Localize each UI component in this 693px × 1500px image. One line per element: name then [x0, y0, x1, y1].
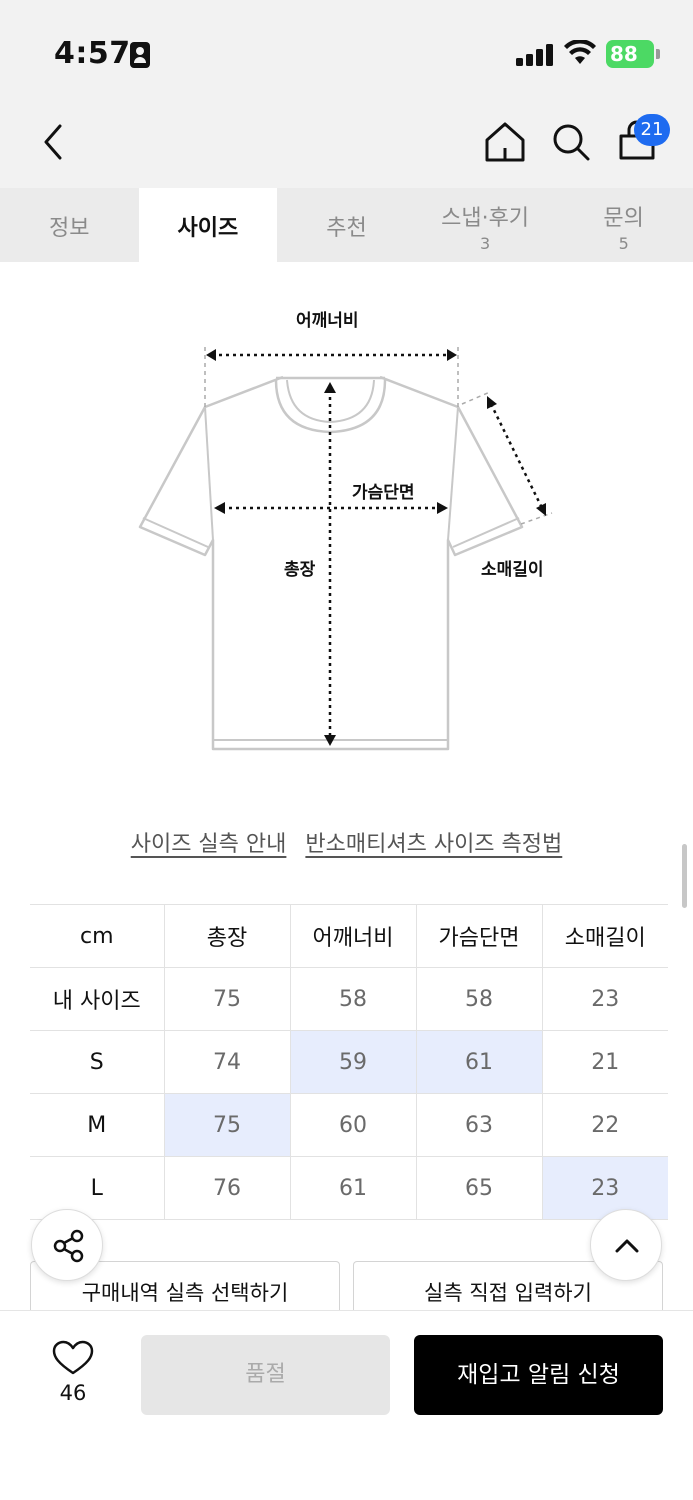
table-cell: 74	[163, 1030, 290, 1094]
tab-inquiry[interactable]: 문의 5	[554, 188, 693, 262]
table-cell: 60	[289, 1093, 416, 1157]
tab-inquiry-label: 문의	[603, 206, 644, 231]
share-icon	[53, 1229, 84, 1263]
search-icon	[553, 124, 590, 161]
signal-icon	[516, 44, 554, 66]
tab-snap-review-count: 3	[479, 234, 491, 253]
table-cell: 58	[289, 967, 416, 1031]
tab-size-label: 사이즈	[177, 216, 239, 241]
chest-label: 가슴단면	[352, 483, 415, 503]
product-tabs: 정보 사이즈 추천 스냅·후기 3 문의 5	[0, 188, 693, 262]
table-row: M 75 60 63 22	[30, 1093, 668, 1157]
header-cell: 가슴단면	[415, 904, 542, 968]
tab-recommend-label: 추천	[326, 216, 367, 241]
table-cell-highlighted: 59	[289, 1030, 416, 1094]
shoulder-label: 어깨너비	[296, 311, 359, 331]
person-icon	[130, 42, 150, 68]
search-button[interactable]	[550, 120, 592, 164]
restock-alert-button[interactable]: 재입고 알림 신청	[414, 1335, 663, 1415]
header-cell: 소매길이	[541, 904, 668, 968]
table-cell: 76	[163, 1156, 290, 1220]
table-header-row: cm 총장 어깨너비 가슴단면 소매길이	[30, 904, 668, 968]
status-bar: 4:57 88	[0, 0, 693, 100]
table-cell: 61	[289, 1156, 416, 1220]
length-label: 총장	[284, 560, 316, 580]
measure-method-link[interactable]: 반소매티셔츠 사이즈 측정법	[305, 832, 562, 857]
header-cell: 어깨너비	[289, 904, 416, 968]
like-count: 46	[59, 1381, 87, 1405]
battery-tip	[656, 49, 660, 59]
table-cell-highlighted: 61	[415, 1030, 542, 1094]
home-icon	[485, 122, 525, 162]
tab-snap-review-label: 스냅·후기	[441, 206, 530, 231]
tab-recommend[interactable]: 추천	[277, 188, 416, 262]
home-button[interactable]	[482, 120, 528, 164]
size-guide-link[interactable]: 사이즈 실측 안내	[131, 832, 287, 857]
cart-count-badge: 21	[634, 114, 670, 146]
tab-inquiry-count: 5	[618, 234, 629, 253]
row-label: M	[30, 1093, 164, 1157]
row-label: S	[30, 1030, 164, 1094]
status-time: 4:57	[54, 36, 131, 71]
table-cell: 63	[415, 1093, 542, 1157]
battery-indicator: 88	[606, 40, 654, 68]
table-row: S 74 59 61 21	[30, 1030, 668, 1094]
scrollbar[interactable]	[682, 844, 687, 908]
sold-out-button: 품절	[141, 1335, 390, 1415]
size-diagram: 어깨너비 가슴단면 총장 소매길이	[0, 262, 693, 782]
wifi-icon	[564, 40, 596, 64]
back-button[interactable]	[38, 120, 70, 164]
bottom-action-bar: 46 품절 재입고 알림 신청	[0, 1310, 693, 1500]
table-cell: 75	[163, 967, 290, 1031]
tab-snap-review[interactable]: 스냅·후기 3	[416, 188, 555, 262]
table-row: 내 사이즈 75 58 58 23	[30, 967, 668, 1031]
heart-icon	[52, 1340, 94, 1375]
table-cell: 22	[541, 1093, 668, 1157]
header-cell: 총장	[163, 904, 290, 968]
table-cell: 65	[415, 1156, 542, 1220]
table-cell: 23	[541, 967, 668, 1031]
chevron-left-icon	[44, 124, 62, 160]
tab-size[interactable]: 사이즈	[138, 188, 278, 262]
like-button[interactable]: 46	[44, 1339, 102, 1409]
top-nav: 21	[0, 100, 693, 188]
size-links: 사이즈 실측 안내 반소매티셔츠 사이즈 측정법	[0, 826, 693, 858]
table-row: L 76 61 65 23	[30, 1156, 668, 1220]
sleeve-label: 소매길이	[481, 560, 544, 580]
chevron-up-icon	[615, 1239, 639, 1253]
tab-info-label: 정보	[49, 216, 90, 241]
table-cell: 21	[541, 1030, 668, 1094]
scroll-top-button[interactable]	[590, 1209, 662, 1281]
size-table: cm 총장 어깨너비 가슴단면 소매길이 내 사이즈 75 58 58 23 S…	[30, 904, 668, 1220]
row-label: 내 사이즈	[30, 967, 164, 1031]
tshirt-diagram	[138, 347, 553, 751]
table-cell-highlighted: 75	[163, 1093, 290, 1157]
table-cell: 58	[415, 967, 542, 1031]
share-button[interactable]	[31, 1209, 103, 1281]
header-cell: cm	[30, 904, 164, 968]
tab-info[interactable]: 정보	[0, 188, 139, 262]
